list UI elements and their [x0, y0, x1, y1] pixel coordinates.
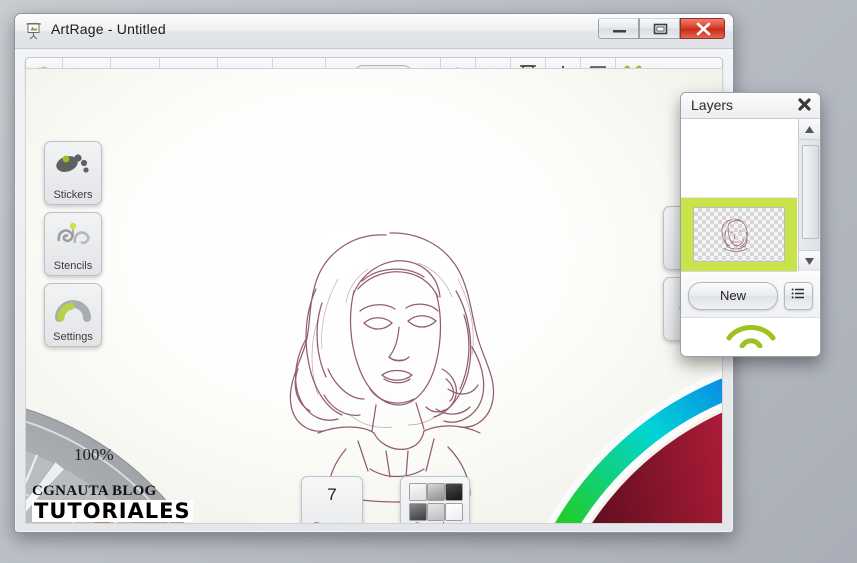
title-bar: ArtRage - Untitled [15, 14, 733, 49]
sidebar-item-stickers[interactable]: Stickers [44, 141, 102, 205]
list-menu-icon [791, 287, 806, 305]
sample-swatch[interactable] [445, 483, 463, 501]
layers-panel: Layers [680, 92, 821, 357]
close-icon[interactable] [797, 97, 812, 112]
watermark: CGNAUTA BLOG TUTORIALES [32, 483, 193, 523]
sample-swatch[interactable] [445, 503, 463, 521]
layers-list[interactable] [681, 119, 797, 272]
samples-label: Samples [401, 521, 469, 524]
resize-arcs-icon [723, 322, 779, 353]
application-window: ArtRage - Untitled [14, 13, 734, 533]
minimize-button[interactable] [598, 18, 639, 39]
layers-scrollbar[interactable] [798, 119, 820, 271]
tool-size-label: 100% [74, 445, 114, 465]
stencils-icon [45, 217, 101, 255]
new-layer-button[interactable]: New [688, 282, 778, 310]
sidebar-item-stencils[interactable]: Stencils [44, 212, 102, 276]
sidebar-label-stickers: Stickers [45, 189, 101, 201]
layers-controls: New [681, 275, 820, 318]
scrollbar-thumb[interactable] [802, 145, 819, 239]
presets-label: Presets [302, 521, 362, 524]
sample-swatch[interactable] [427, 503, 445, 521]
scroll-down-icon[interactable] [799, 250, 820, 271]
sidebar-label-stencils: Stencils [45, 260, 101, 272]
layer-row[interactable] [681, 119, 797, 198]
presets-button[interactable]: 7 Presets [301, 476, 363, 524]
close-button[interactable] [680, 18, 725, 39]
scroll-up-icon[interactable] [799, 119, 820, 140]
layers-title-bar: Layers [681, 93, 820, 119]
layer-thumbnail-artwork [694, 208, 784, 261]
window-title: ArtRage - Untitled [51, 21, 166, 37]
sample-swatch[interactable] [427, 483, 445, 501]
sample-swatch[interactable] [409, 483, 427, 501]
restore-button[interactable] [639, 18, 680, 39]
canvas-area[interactable]: Stickers Stencils Settings [25, 68, 723, 524]
samples-swatch-grid [409, 483, 461, 521]
stickers-icon [45, 146, 101, 184]
watermark-blog: CGNAUTA BLOG [32, 483, 193, 500]
easel-icon [24, 21, 44, 41]
samples-button[interactable]: Samples [400, 476, 470, 524]
layer-row[interactable] [681, 198, 797, 271]
watermark-tutoriales: TUTORIALES [32, 500, 193, 522]
layers-panel-title: Layers [691, 97, 733, 113]
layers-menu-button[interactable] [784, 282, 813, 310]
layers-resize-handle[interactable] [681, 318, 820, 356]
layer-thumbnail [693, 207, 785, 262]
sample-swatch[interactable] [409, 503, 427, 521]
presets-count: 7 [302, 485, 362, 505]
